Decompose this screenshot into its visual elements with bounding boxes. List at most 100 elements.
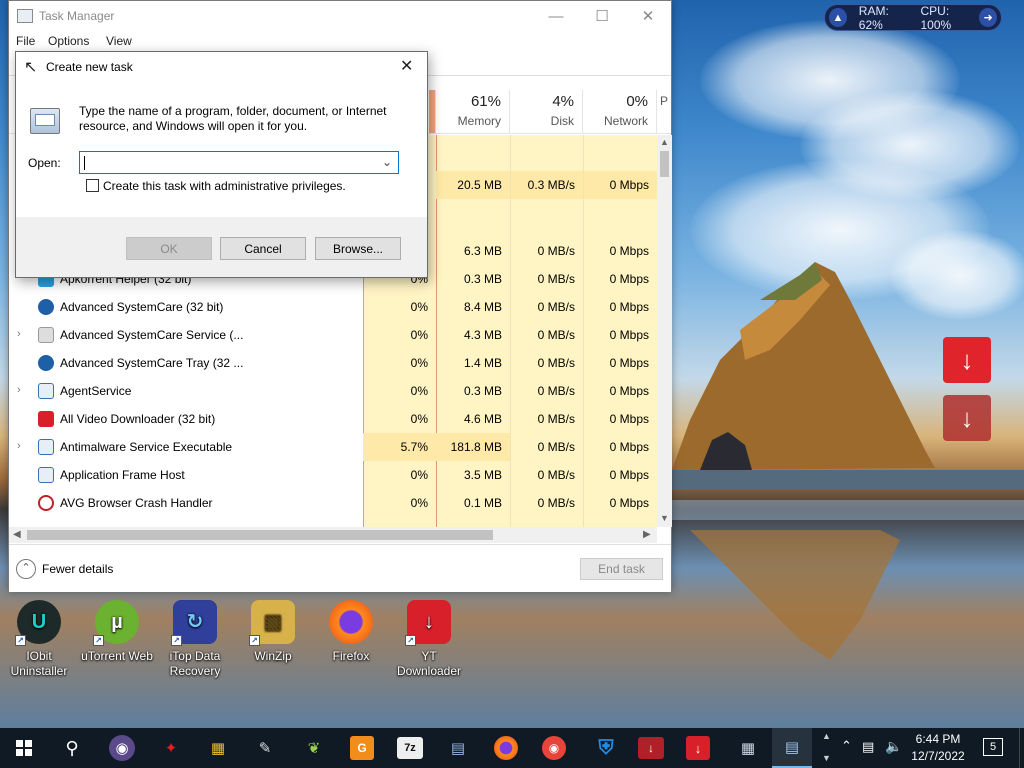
shield-icon[interactable]: ⛨: [590, 732, 622, 764]
table-row[interactable]: All Video Downloader (32 bit) 0% 4.6 MB …: [9, 405, 657, 433]
admin-checkbox[interactable]: [86, 179, 99, 192]
memory-percent: 61%: [470, 93, 501, 110]
expand-chevron-icon[interactable]: ›: [17, 384, 21, 396]
table-row[interactable]: Application Frame Host 0% 3.5 MB 0 MB/s …: [9, 461, 657, 489]
column-memory[interactable]: 61% Memory: [435, 90, 509, 133]
leaf-app-icon[interactable]: ❦: [298, 732, 330, 764]
open-input[interactable]: [83, 154, 373, 171]
expand-chevron-icon[interactable]: ›: [17, 440, 21, 452]
scroll-up-icon[interactable]: ▲: [660, 137, 669, 147]
open-combobox[interactable]: ⌄: [79, 151, 399, 174]
close-button[interactable]: ✕: [625, 1, 671, 31]
disk-percent: 4%: [552, 93, 574, 110]
chevron-down-icon[interactable]: ▼: [822, 753, 831, 763]
rocket-icon[interactable]: ▲: [829, 8, 847, 27]
power-label: P: [660, 94, 669, 108]
cell-disk: 0 MB/s: [537, 328, 575, 342]
notification-icon[interactable]: 5: [983, 738, 1003, 756]
fewer-details-link[interactable]: Fewer details: [42, 562, 113, 576]
firefox-taskbar-icon[interactable]: [494, 736, 518, 760]
chevron-up-icon[interactable]: ⌃: [16, 559, 36, 579]
yt-downloader-taskbar-icon[interactable]: ↓: [638, 737, 664, 759]
cell-cpu: 0%: [410, 468, 428, 482]
desktop-icon-itop-recovery[interactable]: ↻ ↗ iTop Data Recovery: [157, 600, 233, 679]
shortcut-arrow-icon: ↗: [93, 635, 104, 646]
media-app-icon[interactable]: ◉: [542, 736, 566, 760]
desktop-icon-label: WinZip: [254, 649, 292, 663]
desktop-icon-yt-downloader[interactable]: ↓ ↗ YT Downloader: [391, 600, 467, 679]
network-icon[interactable]: ▤: [862, 739, 874, 755]
orange-app-icon[interactable]: G: [350, 736, 374, 760]
clock-time[interactable]: 6:44 PM: [912, 732, 964, 746]
show-desktop-button[interactable]: [1019, 728, 1024, 768]
cell-disk: 0 MB/s: [537, 440, 575, 454]
desktop-icon-winzip[interactable]: ▧ ↗ WinZip: [235, 600, 311, 664]
create-new-task-dialog[interactable]: Create new task ✕ ↖ Type the name of a p…: [15, 51, 428, 278]
download-icon[interactable]: ↓: [943, 337, 991, 383]
table-row[interactable]: › Advanced SystemCare Service (... 0% 4.…: [9, 321, 657, 349]
cell-cpu: 0%: [410, 328, 428, 342]
tor-browser-icon[interactable]: ◉: [109, 735, 135, 761]
admin-checkbox-label[interactable]: Create this task with administrative pri…: [103, 179, 346, 193]
cheat-engine-icon[interactable]: ✦: [155, 732, 187, 764]
horizontal-scrollbar[interactable]: ◀ ▶: [9, 527, 657, 543]
resource-monitor-widget[interactable]: ▲ RAM: 62% CPU: 100% ➜: [824, 4, 1002, 32]
desktop-icon-firefox[interactable]: Firefox: [313, 600, 389, 664]
dialog-body: Create new task ✕ ↖ Type the name of a p…: [16, 52, 427, 217]
table-row[interactable]: › AgentService 0% 0.3 MB 0 MB/s 0 Mbps: [9, 377, 657, 405]
menu-file[interactable]: File: [16, 34, 35, 48]
search-icon[interactable]: ⚲: [56, 732, 88, 764]
vertical-scroll-thumb[interactable]: [660, 151, 669, 177]
file-manager-icon[interactable]: ▦: [202, 732, 234, 764]
pen-tool-icon[interactable]: ✎: [249, 732, 281, 764]
table-row[interactable]: Advanced SystemCare (32 bit) 0% 8.4 MB 0…: [9, 293, 657, 321]
table-row[interactable]: AVG Browser Crash Handler 0% 0.1 MB 0 MB…: [9, 489, 657, 517]
process-name: Antimalware Service Executable: [60, 440, 233, 454]
scroll-left-icon[interactable]: ◀: [13, 529, 21, 540]
video-downloader-icon: [38, 411, 54, 427]
column-network[interactable]: 0% Network: [582, 90, 656, 133]
itop-recovery-icon: ↻ ↗: [171, 600, 217, 646]
scroll-down-icon[interactable]: ▼: [660, 513, 669, 523]
ok-button[interactable]: OK: [126, 237, 212, 260]
cell-disk: 0 MB/s: [537, 272, 575, 286]
arrow-right-icon[interactable]: ➜: [979, 8, 998, 27]
column-power[interactable]: P: [656, 90, 671, 133]
taskbar-scroll[interactable]: ▲ ▼: [818, 728, 836, 768]
title-bar[interactable]: Task Manager — ☐ ✕: [9, 1, 671, 32]
scroll-right-icon[interactable]: ▶: [643, 529, 651, 540]
start-button[interactable]: [8, 732, 40, 764]
desktop-icon-iobit-uninstaller[interactable]: U ↗ IObit Uninstaller: [1, 600, 77, 679]
volume-icon[interactable]: 🔈: [885, 738, 902, 755]
cell-disk: 0 MB/s: [537, 356, 575, 370]
7zip-icon[interactable]: 7z: [397, 737, 423, 759]
task-manager-taskbar-icon[interactable]: ▦: [732, 732, 764, 764]
end-task-button[interactable]: End task: [580, 558, 663, 580]
vertical-scrollbar[interactable]: ▲ ▼: [657, 135, 672, 527]
maximize-button[interactable]: ☐: [579, 1, 625, 31]
cancel-button[interactable]: Cancel: [220, 237, 306, 260]
column-disk[interactable]: 4% Disk: [509, 90, 582, 133]
expand-chevron-icon[interactable]: ›: [17, 328, 21, 340]
active-window-taskbar-icon[interactable]: ▤: [772, 728, 812, 768]
menu-options[interactable]: Options: [48, 34, 89, 48]
desktop-icon-utorrent[interactable]: µ ↗ uTorrent Web: [79, 600, 155, 664]
dialog-title: Create new task: [46, 60, 133, 74]
menu-view[interactable]: View: [106, 34, 132, 48]
footer-bar: ⌃ Fewer details End task: [9, 544, 671, 592]
minimize-button[interactable]: —: [533, 1, 579, 31]
cell-network: 0 Mbps: [583, 171, 657, 199]
horizontal-scroll-thumb[interactable]: [27, 530, 493, 540]
clock-date[interactable]: 12/7/2022: [910, 749, 966, 763]
table-row[interactable]: Advanced SystemCare Tray (32 ... 0% 1.4 …: [9, 349, 657, 377]
chevron-up-icon[interactable]: ▲: [822, 731, 831, 741]
yt-downloader-float-icon[interactable]: ↓: [943, 395, 991, 441]
video-downloader-taskbar-icon[interactable]: ↓: [686, 736, 710, 760]
table-row[interactable]: › Antimalware Service Executable 5.7% 18…: [9, 433, 657, 461]
window-title: Task Manager: [39, 9, 115, 23]
display-app-icon[interactable]: ▤: [442, 732, 474, 764]
dialog-close-icon[interactable]: ✕: [400, 56, 413, 76]
browse-button[interactable]: Browse...: [315, 237, 401, 260]
tray-overflow-icon[interactable]: ⌃: [841, 738, 852, 754]
chevron-down-icon[interactable]: ⌄: [382, 155, 392, 169]
